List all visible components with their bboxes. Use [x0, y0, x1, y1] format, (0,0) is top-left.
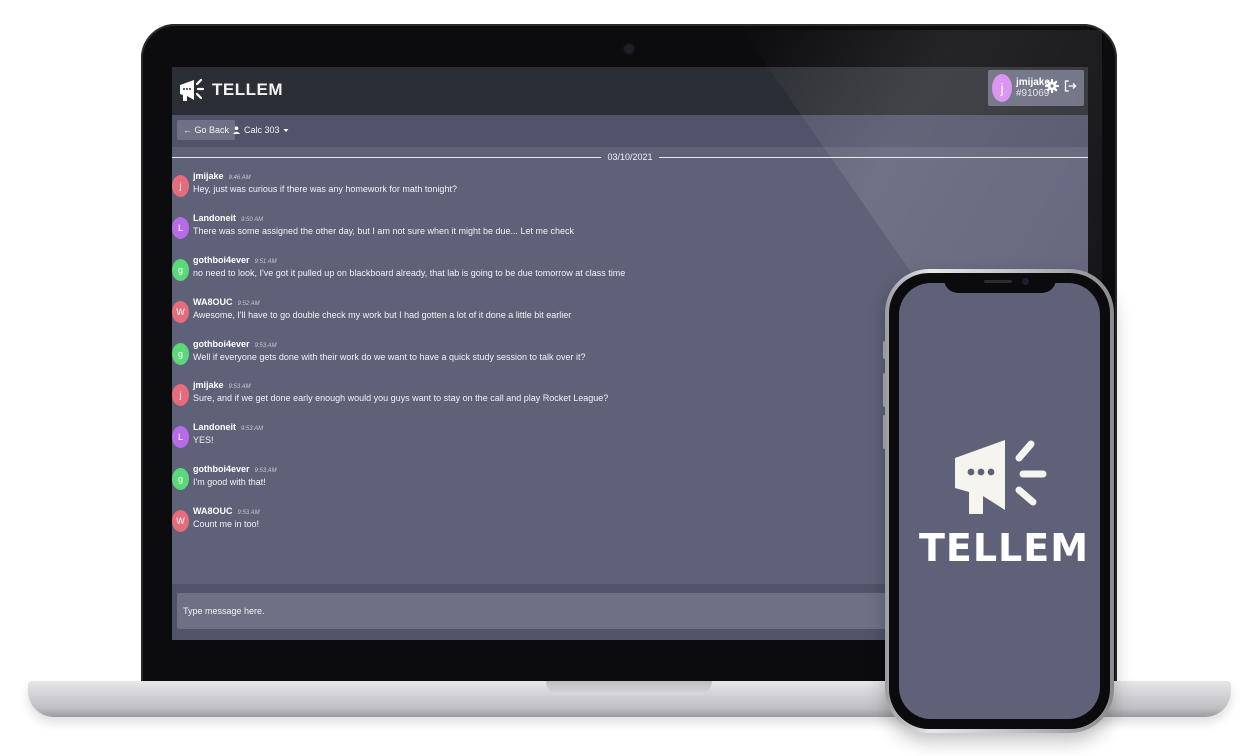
author-name: gothboi4ever	[193, 255, 250, 265]
app-header: TELLEM j jmijake #91069	[172, 67, 1088, 115]
message-time: 9:53 AM	[254, 343, 277, 349]
message-author[interactable]: WA8OUC 9:52 AM	[193, 297, 260, 307]
divider-line	[658, 156, 1088, 158]
message-author[interactable]: gothboi4ever 9:53 AM	[193, 464, 277, 474]
avatar[interactable]: L	[172, 426, 189, 448]
message-text: I'm good with that!	[193, 477, 266, 487]
message-time: 9:51 AM	[254, 259, 277, 265]
author-name: jmijake	[193, 380, 224, 390]
author-name: jmijake	[193, 171, 224, 181]
message-time: 9:53 AM	[254, 468, 277, 474]
message-time: 9:46 AM	[228, 175, 251, 181]
author-name: Landoneit	[193, 213, 236, 223]
megaphone-icon	[180, 78, 205, 101]
message-text: Well if everyone gets done with their wo…	[193, 352, 586, 362]
phone-camera	[1022, 278, 1029, 285]
avatar[interactable]: j	[172, 384, 189, 406]
phone-brand-name: TELLEM	[918, 526, 1090, 570]
laptop-hinge-notch	[546, 681, 712, 695]
chevron-down-icon	[283, 128, 289, 132]
message-author[interactable]: WA8OUC 9:53 AM	[193, 506, 260, 516]
go-back-button[interactable]: ← Go Back	[177, 120, 236, 140]
author-name: WA8OUC	[193, 506, 233, 516]
date-divider: 03/10/2021	[172, 151, 1088, 163]
message-text: Awesome, I'll have to go double check my…	[193, 310, 572, 320]
message-time: 9:50 AM	[241, 217, 264, 223]
brand[interactable]: TELLEM	[178, 77, 283, 103]
message-author[interactable]: jmijake 9:46 AM	[193, 171, 251, 181]
message-time: 9:53 AM	[241, 426, 264, 432]
message-author[interactable]: Landoneit 9:50 AM	[193, 213, 263, 223]
message-text: no need to look, I've got it pulled up o…	[193, 268, 626, 278]
avatar: j	[992, 74, 1012, 102]
message-author[interactable]: gothboi4ever 9:53 AM	[193, 339, 277, 349]
message-time: 9:52 AM	[237, 301, 260, 307]
brand-name: TELLEM	[212, 80, 283, 99]
phone-side-button	[883, 415, 887, 449]
author-name: gothboi4ever	[193, 464, 250, 474]
avatar[interactable]: g	[172, 259, 189, 281]
message-time: 9:53 AM	[228, 384, 251, 390]
phone-side-button	[883, 373, 887, 407]
author-name: gothboi4ever	[193, 339, 250, 349]
message-text: There was some assigned the other day, b…	[193, 226, 575, 236]
message-author[interactable]: gothboi4ever 9:51 AM	[193, 255, 277, 265]
gear-icon[interactable]	[1045, 79, 1059, 93]
webcam	[624, 44, 634, 54]
channel-name: Calc 303	[244, 125, 280, 135]
author-name: Landoneit	[193, 422, 236, 432]
message-text: Count me in too!	[193, 519, 260, 529]
message-author[interactable]: Landoneit 9:53 AM	[193, 422, 263, 432]
author-name: WA8OUC	[193, 297, 233, 307]
channel-bar: ← Go Back Calc 303	[172, 115, 1088, 147]
phone-side-button	[883, 341, 887, 359]
logout-icon[interactable]	[1063, 79, 1077, 93]
go-back-label: ← Go Back	[183, 125, 230, 135]
divider-line	[172, 156, 602, 158]
phone-speaker	[984, 280, 1012, 283]
avatar[interactable]: g	[172, 468, 189, 490]
message-text: Sure, and if we get done early enough wo…	[193, 393, 609, 403]
channel-dropdown[interactable]: Calc 303	[232, 120, 289, 140]
message-text: YES!	[193, 435, 214, 445]
divider-date: 03/10/2021	[607, 152, 653, 162]
message-text: Hey, just was curious if there was any h…	[193, 184, 457, 194]
message-author[interactable]: jmijake 9:53 AM	[193, 380, 251, 390]
avatar[interactable]: W	[172, 510, 189, 532]
avatar[interactable]: g	[172, 343, 189, 365]
avatar[interactable]: L	[172, 217, 189, 239]
megaphone-icon	[955, 440, 1047, 514]
message-time: 9:53 AM	[237, 510, 260, 516]
phone-notch	[944, 273, 1056, 293]
group-icon	[233, 126, 240, 134]
avatar[interactable]: W	[172, 301, 189, 323]
avatar[interactable]: j	[172, 175, 189, 197]
